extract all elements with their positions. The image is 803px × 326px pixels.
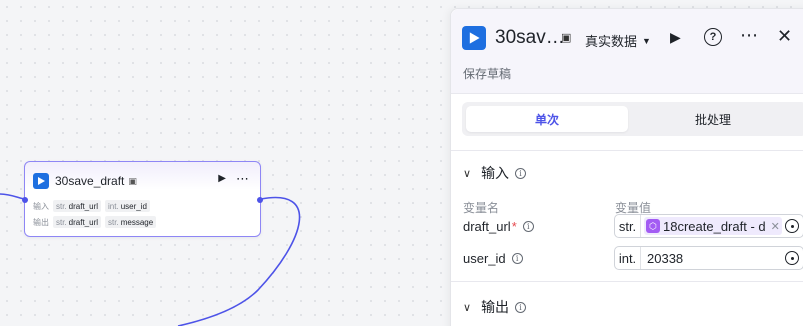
data-mode-select[interactable]: 真实数据 ▼ — [585, 31, 651, 50]
node-input-tag: int. user_id — [105, 200, 150, 212]
node-output-label: 输出 — [33, 217, 49, 227]
tab-batch[interactable]: 批处理 — [632, 106, 794, 132]
info-icon[interactable]: i — [511, 253, 523, 264]
tag-type: int. — [108, 201, 119, 211]
panel-description: 保存草稿 — [463, 67, 512, 81]
close-icon[interactable]: ✕ — [777, 26, 792, 47]
node-title: 30save_draft — [55, 174, 125, 188]
workflow-node-save-draft[interactable]: 30save_draft ▣ ▶ ⋯ 输入 str. draft_url int.… — [22, 161, 263, 237]
node-output-tag: str. draft_url — [53, 216, 102, 228]
node-input-tag: str. draft_url — [53, 200, 102, 212]
node-run-button[interactable]: ▶ — [218, 173, 226, 184]
node-output-tag: str. message — [105, 216, 157, 228]
tag-type: str. — [56, 201, 67, 211]
play-icon[interactable]: ▶ — [670, 29, 681, 46]
node-inputs-row: 输入 str. draft_url int. user_id — [33, 199, 154, 213]
divider — [451, 150, 803, 151]
tag-name: user_id — [120, 201, 147, 211]
play-logo-icon — [33, 173, 49, 189]
column-header-name: 变量名 — [463, 201, 500, 215]
node-reference-icon: ⬡ — [646, 219, 660, 233]
input-section-title: 输入 — [481, 165, 510, 181]
tag-name: draft_url — [68, 201, 99, 211]
param-type: int. — [615, 247, 641, 269]
caret-down-icon: ▼ — [642, 35, 651, 46]
run-mode-tabs: 单次 批处理 — [462, 102, 803, 136]
param-name-draft-url: draft_url * i — [463, 219, 534, 234]
output-section-title: 输出 — [481, 299, 510, 315]
node-detail-panel: 30sav… ▣ 真实数据 ▼ ▶ ? ⋯ ✕ 保存草稿 单次 批处理 ∨ 输入… — [450, 8, 803, 326]
reference-text: 18create_draft - d — [663, 218, 766, 234]
node-outputs-row: 输出 str. draft_url str. message — [33, 215, 160, 229]
chevron-down-icon: ∨ — [463, 301, 472, 314]
tab-single[interactable]: 单次 — [466, 106, 628, 132]
chevron-down-icon: ∨ — [463, 167, 472, 180]
output-section-header[interactable]: ∨ 输出 i — [463, 297, 527, 317]
info-icon[interactable]: i — [522, 221, 534, 232]
workflow-canvas[interactable]: 30save_draft ▣ ▶ ⋯ 输入 str. draft_url int.… — [0, 0, 450, 326]
param-name-user-id: user_id i — [463, 251, 523, 266]
required-mark: * — [511, 219, 517, 234]
tag-name: message — [120, 217, 154, 227]
param-name: user_id — [463, 251, 506, 266]
param-type: str. — [615, 215, 641, 237]
param-value[interactable]: 20338 — [647, 251, 683, 266]
panel-header: 30sav… ▣ 真实数据 ▼ ▶ ? ⋯ ✕ 保存草稿 — [451, 9, 803, 94]
database-icon: ▣ — [561, 32, 572, 44]
tag-name: draft_url — [68, 217, 99, 227]
divider — [451, 281, 803, 282]
info-icon[interactable]: i — [515, 301, 527, 313]
database-icon: ▣ — [128, 175, 137, 186]
input-section-header[interactable]: ∨ 输入 i — [463, 163, 527, 183]
remove-reference-icon[interactable]: ✕ — [771, 220, 780, 233]
data-mode-value: 真实数据 — [585, 34, 638, 49]
help-icon[interactable]: ? — [704, 28, 722, 46]
node-input-port[interactable] — [22, 197, 28, 203]
node-output-port[interactable] — [257, 197, 263, 203]
tag-type: str. — [56, 217, 67, 227]
info-icon[interactable]: i — [515, 167, 527, 179]
node-input-label: 输入 — [33, 201, 49, 211]
reference-chip[interactable]: ⬡ 18create_draft - d ✕ — [644, 217, 782, 235]
play-logo-icon — [462, 26, 486, 50]
variable-picker-icon[interactable] — [785, 219, 799, 233]
param-field-user-id[interactable]: int. 20338 — [614, 246, 803, 270]
variable-picker-icon[interactable] — [785, 251, 799, 265]
param-field-draft-url[interactable]: str. ⬡ 18create_draft - d ✕ — [614, 214, 803, 238]
tag-type: str. — [108, 217, 119, 227]
param-name: draft_url — [463, 219, 511, 234]
node-more-button[interactable]: ⋯ — [236, 171, 250, 187]
more-icon[interactable]: ⋯ — [740, 25, 759, 46]
panel-title[interactable]: 30sav… — [495, 27, 565, 49]
